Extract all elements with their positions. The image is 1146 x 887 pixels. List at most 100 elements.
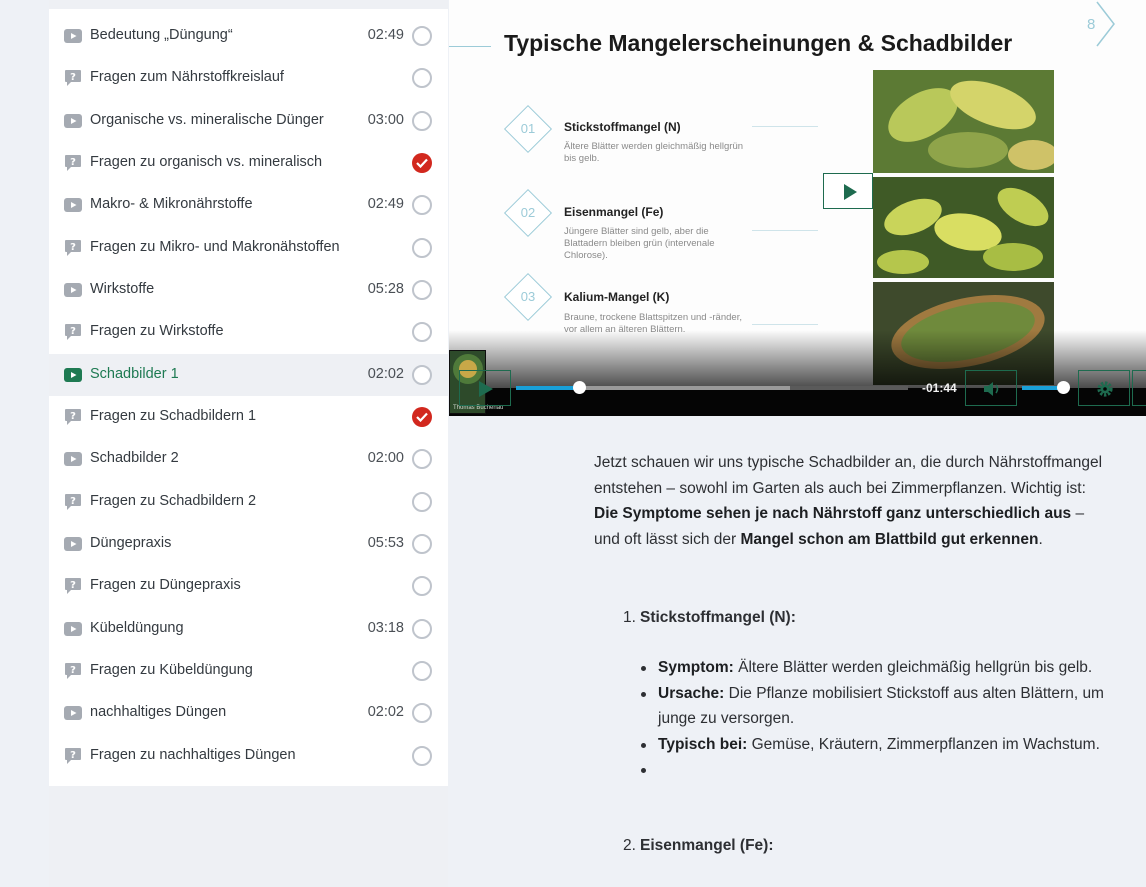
- lesson-item[interactable]: ? Fragen zu organisch vs. mineralisch: [49, 142, 448, 184]
- incomplete-circle-icon[interactable]: [412, 195, 432, 216]
- slide-title-rule: [449, 46, 491, 47]
- lesson-title: Fragen zu Schadbildern 1: [90, 407, 257, 424]
- quiz-lesson-icon: ?: [65, 239, 81, 256]
- lesson-title: Organische vs. mineralische Dünger: [90, 111, 324, 128]
- svg-text:?: ?: [70, 750, 76, 761]
- quiz-lesson-icon: ?: [65, 493, 81, 510]
- lesson-item[interactable]: Makro- & Mikronährstoffe 02:49: [49, 184, 448, 226]
- incomplete-circle-icon[interactable]: [412, 533, 432, 554]
- incomplete-circle-icon[interactable]: [412, 237, 432, 258]
- slide-item-1: 01 Stickstoffmangel (N) Ältere Blätter w…: [449, 100, 829, 180]
- list-item-empty: [641, 757, 1118, 782]
- list-item: Symptom: Ältere Blätter werden gleichmäß…: [641, 655, 1118, 681]
- incomplete-circle-icon[interactable]: [412, 26, 432, 46]
- lesson-title: Fragen zu Kübeldüngung: [90, 661, 253, 678]
- slide-item-line: [752, 126, 818, 127]
- lesson-duration: 02:00: [367, 450, 404, 467]
- lesson-item[interactable]: Schadbilder 2 02:00: [49, 438, 448, 480]
- quiz-lesson-icon: ?: [65, 324, 81, 341]
- lesson-item[interactable]: ? Fragen zu Schadbildern 2: [49, 481, 448, 523]
- video-lesson-icon: [64, 29, 82, 43]
- lesson-item[interactable]: nachhaltiges Düngen 02:02: [49, 692, 448, 734]
- incomplete-circle-icon[interactable]: [412, 576, 432, 597]
- intro-text-1: Jetzt schauen wir uns typische Schadbild…: [594, 454, 1103, 497]
- lesson-item[interactable]: ? Fragen zum Nährstoffkreislauf: [49, 57, 448, 99]
- incomplete-circle-icon[interactable]: [412, 660, 432, 681]
- slide-item-desc: Jüngere Blätter sind gelb, aber die Blat…: [564, 226, 715, 261]
- quiz-lesson-icon: ?: [65, 747, 81, 764]
- leaf-photo-nitrogen: [873, 70, 1054, 173]
- lesson-duration: 02:02: [367, 704, 404, 721]
- lesson-duration: 03:18: [367, 619, 404, 636]
- lesson-item[interactable]: ? Fragen zu nachhaltiges Düngen: [49, 735, 448, 777]
- quiz-lesson-icon: ?: [65, 662, 81, 679]
- lesson-item[interactable]: Bedeutung „Düngung“ 02:49: [49, 15, 448, 57]
- incomplete-circle-icon[interactable]: [412, 279, 432, 300]
- settings-button[interactable]: [1078, 370, 1130, 406]
- incomplete-circle-icon[interactable]: [412, 703, 432, 724]
- lesson-title: nachhaltiges Düngen: [90, 704, 227, 721]
- lesson-title: Fragen zu Wirkstoffe: [90, 323, 224, 340]
- lesson-list: Bedeutung „Düngung“ 02:49? Fragen zum Nähr…: [49, 0, 448, 786]
- video-player[interactable]: Typische Mangelerscheinungen & Schadbild…: [449, 0, 1146, 416]
- svg-text:?: ?: [70, 72, 76, 83]
- slide-item-desc: Ältere Blätter werden gleichmäßig hellgr…: [564, 141, 744, 164]
- slide-item-2: 02 Eisenmangel (Fe) Jüngere Blätter sind…: [449, 184, 829, 264]
- section-number: 2.: [623, 837, 636, 854]
- bullet-text: Gemüse, Kräutern, Zimmerpflanzen im Wach…: [747, 735, 1100, 753]
- lesson-item[interactable]: ? Fragen zu Wirkstoffe: [49, 311, 448, 353]
- lesson-item[interactable]: Wirkstoffe 05:28: [49, 269, 448, 311]
- incomplete-circle-icon[interactable]: [412, 449, 432, 470]
- time-remaining: -01:44: [922, 381, 957, 395]
- slide-item-number: 01: [520, 121, 536, 136]
- lesson-item[interactable]: ? Fragen zu Kübeldüngung: [49, 650, 448, 692]
- lesson-title: Fragen zum Nährstoffkreislauf: [90, 69, 284, 86]
- play-icon: [479, 381, 493, 397]
- lesson-item[interactable]: Düngepraxis 05:53: [49, 523, 448, 565]
- lesson-item[interactable]: Kübeldüngung 03:18: [49, 608, 448, 650]
- lesson-item[interactable]: ? Fragen zu Mikro- und Makronähstoffen: [49, 227, 448, 269]
- slide-item-title: Stickstoffmangel (N): [564, 120, 681, 134]
- svg-text:?: ?: [70, 411, 76, 422]
- incomplete-circle-icon[interactable]: [412, 68, 432, 89]
- lesson-sidebar: Bedeutung „Düngung“ 02:49? Fragen zum Nähr…: [49, 0, 448, 887]
- video-lesson-icon: [64, 706, 82, 721]
- bullet-text: Ältere Blätter werden gleichmäßig hellgr…: [733, 659, 1093, 676]
- lesson-title: Makro- & Mikronährstoffe: [90, 196, 253, 213]
- fullscreen-button[interactable]: [1132, 370, 1146, 406]
- lesson-duration: 02:49: [367, 27, 404, 43]
- section-heading-2: 2. Eisenmangel (Fe):: [623, 833, 774, 859]
- intro-paragraph: Jetzt schauen wir uns typische Schadbild…: [594, 450, 1104, 552]
- intro-text-3: .: [1038, 530, 1043, 548]
- big-play-button[interactable]: [823, 173, 873, 209]
- completed-check-icon[interactable]: [412, 152, 432, 173]
- lesson-item[interactable]: Organische vs. mineralische Dünger 03:00: [49, 100, 448, 142]
- play-icon: [844, 184, 857, 200]
- incomplete-circle-icon[interactable]: [412, 745, 432, 766]
- slide-item-number: 02: [520, 205, 536, 220]
- video-lesson-icon: [64, 198, 82, 213]
- lesson-list-top-strip: [49, 0, 448, 9]
- section-heading-1: 1. Stickstoffmangel (N):: [623, 605, 796, 631]
- seek-handle[interactable]: [572, 381, 586, 394]
- video-lesson-icon: [64, 621, 82, 636]
- video-lesson-icon: [64, 452, 82, 467]
- volume-button[interactable]: [965, 370, 1017, 406]
- play-button[interactable]: [459, 370, 511, 406]
- lesson-item[interactable]: Schadbilder 1 02:02: [49, 353, 448, 396]
- incomplete-circle-icon[interactable]: [412, 618, 432, 639]
- incomplete-circle-icon[interactable]: [412, 322, 432, 343]
- section-title: Eisenmangel (Fe):: [640, 837, 774, 854]
- volume-handle[interactable]: [1057, 381, 1070, 394]
- incomplete-circle-icon[interactable]: [412, 364, 432, 385]
- slide-item-line: [752, 230, 818, 231]
- incomplete-circle-icon[interactable]: [412, 110, 432, 131]
- svg-text:?: ?: [70, 496, 76, 507]
- quiz-lesson-icon: ?: [65, 154, 81, 171]
- incomplete-circle-icon[interactable]: [412, 491, 432, 512]
- completed-check-icon[interactable]: [412, 406, 432, 427]
- lesson-item[interactable]: ? Fragen zu Schadbildern 1: [49, 396, 448, 438]
- lesson-item[interactable]: ? Fragen zu Düngepraxis: [49, 565, 448, 607]
- slide-item-number: 03: [520, 289, 536, 304]
- leaf-photo-iron: [873, 177, 1054, 278]
